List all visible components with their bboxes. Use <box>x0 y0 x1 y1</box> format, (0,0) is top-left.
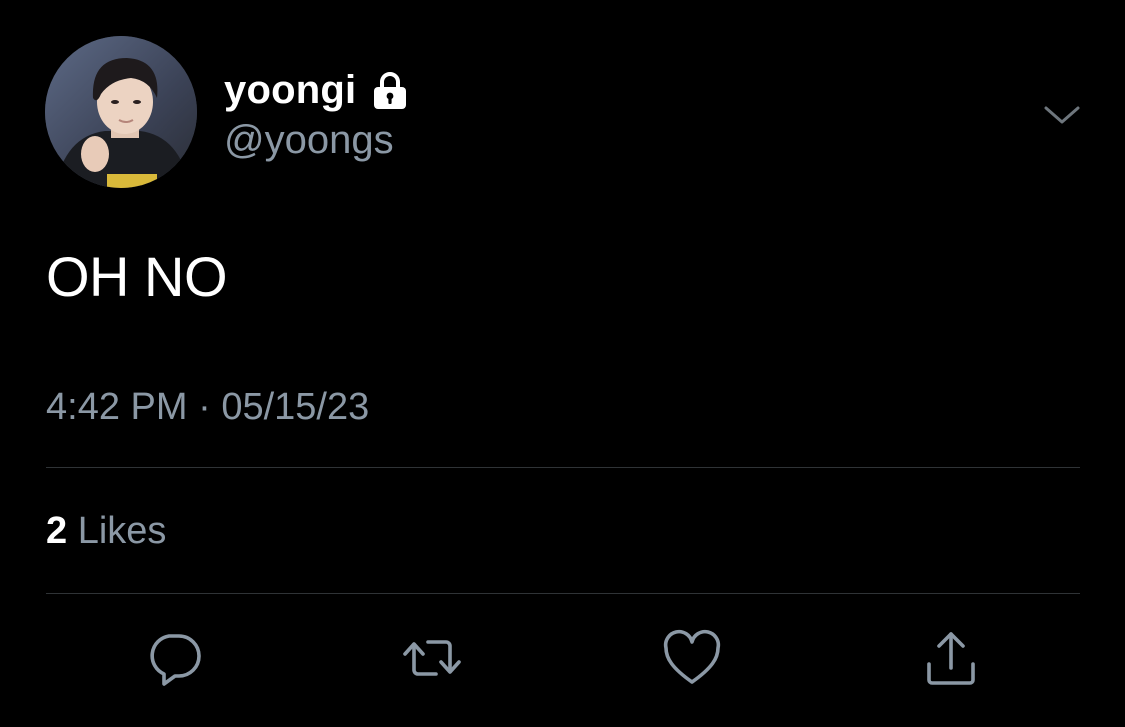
tweet-timestamp[interactable]: 4:42 PM · 05/15/23 <box>46 386 369 429</box>
like-button[interactable] <box>660 626 724 690</box>
tweet: yoongi @yoongs OH NO 4:42 PM · 05/15/23 … <box>0 0 1125 727</box>
likes-count[interactable]: 2 Likes <box>46 510 166 553</box>
display-name[interactable]: yoongi <box>224 68 356 113</box>
avatar[interactable] <box>45 36 197 188</box>
share-icon <box>927 632 975 685</box>
share-button[interactable] <box>919 626 983 690</box>
retweet-icon <box>403 640 461 676</box>
likes-label: Likes <box>77 510 167 552</box>
tweet-time: 4:42 PM <box>46 386 188 428</box>
divider <box>46 593 1080 594</box>
tweet-date: 05/15/23 <box>221 386 370 428</box>
retweet-button[interactable] <box>400 626 464 690</box>
chevron-down-icon[interactable] <box>1042 96 1082 136</box>
likes-number: 2 <box>46 510 68 552</box>
user-handle[interactable]: @yoongs <box>224 118 394 163</box>
author-name-row: yoongi <box>224 66 410 114</box>
meta-separator: · <box>198 386 211 428</box>
lock-icon <box>370 70 410 110</box>
like-icon <box>663 629 721 684</box>
divider <box>46 467 1080 468</box>
tweet-text: OH NO <box>46 245 228 308</box>
reply-button[interactable] <box>142 626 206 690</box>
avatar-photo <box>45 36 197 188</box>
reply-icon <box>150 634 201 686</box>
